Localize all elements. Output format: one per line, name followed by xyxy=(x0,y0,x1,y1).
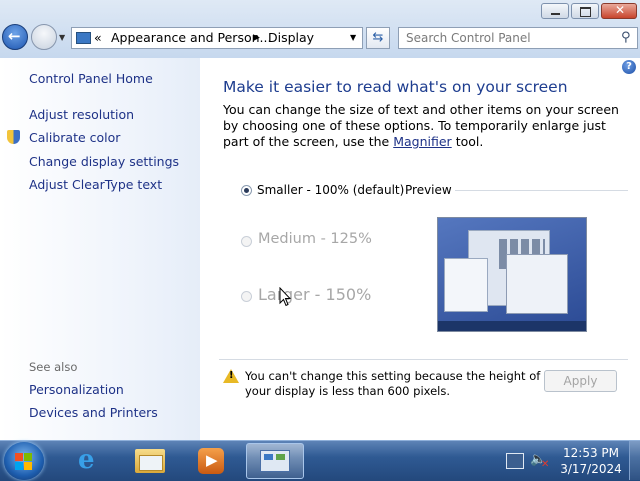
warning-divider xyxy=(219,359,628,360)
start-button[interactable] xyxy=(4,442,44,480)
preview-taskbar xyxy=(438,321,586,331)
shield-icon xyxy=(7,130,20,144)
preview-divider xyxy=(455,190,628,191)
media-player-button[interactable]: ▶ xyxy=(198,448,224,474)
sidebar-item-devices-printers[interactable]: Devices and Printers xyxy=(29,405,158,420)
radio-medium xyxy=(241,236,252,247)
internet-explorer-icon: e xyxy=(78,445,95,475)
see-also-heading: See also xyxy=(29,360,78,374)
close-icon: ✕ xyxy=(615,3,626,17)
file-explorer-button[interactable] xyxy=(135,449,165,473)
control-panel-taskbar-button[interactable] xyxy=(246,443,304,479)
close-button[interactable]: ✕ xyxy=(601,3,637,19)
address-dropdown-icon[interactable]: ▼ xyxy=(350,28,356,48)
intro-text: You can change the size of text and othe… xyxy=(223,102,628,150)
intro-tail: tool. xyxy=(455,134,484,149)
help-icon[interactable]: ? xyxy=(622,60,636,74)
preview-window-front xyxy=(506,254,568,314)
taskbar: e ▶ 🔈 ✕ 12:53 PM 3/17/2024 xyxy=(0,440,640,481)
radio-larger xyxy=(241,291,252,302)
window-titlebar: ✕ ← ▼ « Appearance and Person... ▶ Displ… xyxy=(0,0,640,58)
refresh-button[interactable]: ⇆ xyxy=(366,27,390,49)
breadcrumb-separator[interactable]: ▶ xyxy=(253,28,260,48)
address-bar[interactable]: « Appearance and Person... ▶ Display ▼ xyxy=(71,27,363,49)
sidebar-item-adjust-cleartype[interactable]: Adjust ClearType text xyxy=(29,177,162,192)
forward-button[interactable] xyxy=(31,24,57,50)
recent-pages-dropdown[interactable]: ▼ xyxy=(59,33,65,42)
warning-text: You can't change this setting because th… xyxy=(245,369,541,398)
sidebar-item-adjust-resolution[interactable]: Adjust resolution xyxy=(29,107,134,122)
apply-button: Apply xyxy=(544,370,617,392)
radio-smaller[interactable] xyxy=(241,185,252,196)
folder-icon xyxy=(139,455,163,471)
option-larger-label: Larger - 150% xyxy=(258,285,372,304)
back-button[interactable]: ← xyxy=(2,24,28,50)
search-box[interactable]: Search Control Panel ⚲ xyxy=(398,27,638,49)
preview-window-left xyxy=(444,258,488,312)
page-title: Make it easier to read what's on your sc… xyxy=(223,78,568,96)
radio-selected-dot xyxy=(244,188,249,193)
magnifier-link[interactable]: Magnifier xyxy=(393,134,451,149)
clock-date: 3/17/2024 xyxy=(560,462,622,476)
windows-logo-icon xyxy=(15,453,23,461)
breadcrumb-appearance[interactable]: Appearance and Person... xyxy=(111,28,271,48)
search-input[interactable]: Search Control Panel xyxy=(406,28,531,48)
breadcrumb-display[interactable]: Display xyxy=(268,28,314,48)
sidebar-item-personalization[interactable]: Personalization xyxy=(29,382,124,397)
sidebar-item-calibrate-color[interactable]: Calibrate color xyxy=(29,130,120,145)
minimize-button[interactable] xyxy=(541,3,569,19)
search-icon[interactable]: ⚲ xyxy=(621,28,631,48)
network-icon[interactable] xyxy=(506,453,524,469)
preview-image xyxy=(437,217,587,332)
show-desktop-button[interactable] xyxy=(629,441,640,480)
control-panel-icon xyxy=(260,450,290,472)
minimize-icon xyxy=(551,13,560,15)
control-panel-icon xyxy=(76,32,91,44)
warning-icon-mark: ! xyxy=(229,370,234,381)
sidebar-item-change-display-settings[interactable]: Change display settings xyxy=(29,154,179,169)
sidebar-control-panel-home[interactable]: Control Panel Home xyxy=(29,71,153,86)
internet-explorer-button[interactable]: e xyxy=(75,445,103,475)
option-smaller-label[interactable]: Smaller - 100% (default) xyxy=(257,183,404,197)
clock[interactable]: 12:53 PM 3/17/2024 xyxy=(557,445,625,477)
option-medium-label: Medium - 125% xyxy=(258,231,372,247)
preview-label: Preview xyxy=(405,183,452,197)
play-icon: ▶ xyxy=(206,451,218,469)
arrow-left-icon: ← xyxy=(8,27,21,45)
restore-icon xyxy=(580,7,591,17)
address-chevrons[interactable]: « xyxy=(94,28,102,48)
clock-time: 12:53 PM xyxy=(563,446,619,460)
mouse-cursor-icon xyxy=(279,287,291,307)
maximize-button[interactable] xyxy=(571,3,599,19)
muted-icon: ✕ xyxy=(541,459,550,470)
refresh-icon: ⇆ xyxy=(372,30,384,45)
